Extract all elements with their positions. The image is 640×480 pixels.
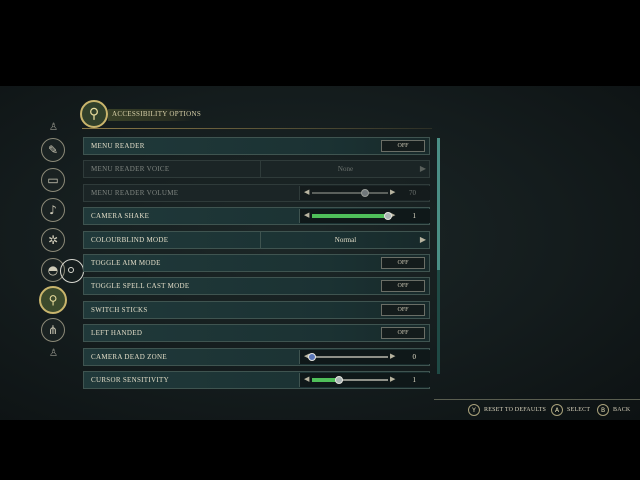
slider-value: 0 <box>412 353 417 361</box>
slider-control[interactable]: ◀ ▶ 0 <box>299 350 430 364</box>
setting-row[interactable]: MENU READER VOLUME ◀ ▶ 70 <box>83 184 430 202</box>
footer-divider <box>434 399 640 400</box>
scrollbar-thumb[interactable] <box>437 138 440 270</box>
setting-row[interactable]: TOGGLE AIM MODE OFF <box>83 254 430 272</box>
slider-control[interactable]: ◀ ▶ 1 <box>299 373 430 387</box>
reset-to-defaults-hint[interactable]: Y RESET TO DEFAULTS <box>468 404 546 416</box>
small-bottom-glyph-icon: ♙ <box>49 348 58 359</box>
setting-row[interactable]: LEFT HANDED OFF <box>83 324 430 342</box>
slider-knob[interactable] <box>334 376 343 384</box>
reset-to-defaults-label: RESET TO DEFAULTS <box>484 407 547 413</box>
setting-row[interactable]: MENU READER VOICE None ▶ <box>83 160 430 178</box>
setting-row[interactable]: CURSOR SENSITIVITY ◀ ▶ 1 <box>83 371 430 389</box>
setting-label: COLOURBLIND MODE <box>91 236 169 244</box>
setting-label: TOGGLE AIM MODE <box>91 259 161 267</box>
back-label: BACK <box>613 407 631 413</box>
speaker-icon[interactable]: ♪ <box>41 198 65 222</box>
select-label: SELECT <box>567 407 591 413</box>
slider-value: 1 <box>412 212 417 220</box>
chevron-right-icon[interactable]: ▶ <box>390 375 395 383</box>
back-hint[interactable]: B BACK <box>597 404 630 416</box>
b-button-icon: B <box>597 404 609 416</box>
y-button-icon: Y <box>468 404 480 416</box>
slider-track[interactable] <box>312 376 388 384</box>
header-divider <box>82 128 432 129</box>
setting-row[interactable]: TOGGLE SPELL CAST MODE OFF <box>83 277 430 295</box>
accessibility-icon[interactable]: ⚲ <box>39 286 67 314</box>
setting-label: MENU READER VOICE <box>91 165 170 173</box>
option-selector[interactable]: Normal ▶ <box>260 232 430 248</box>
setting-row[interactable]: MENU READER OFF <box>83 137 430 155</box>
slider-knob[interactable] <box>384 212 392 220</box>
chevron-left-icon[interactable]: ◀ <box>304 211 309 219</box>
accessibility-figure-icon: ⚲ <box>80 100 108 128</box>
slider-knob[interactable] <box>361 189 370 197</box>
selector-value: None <box>337 165 354 173</box>
setting-row[interactable]: CAMERA SHAKE ◀ ▶ 1 <box>83 207 430 225</box>
select-hint[interactable]: A SELECT <box>551 404 590 416</box>
setting-label: MENU READER <box>91 142 145 150</box>
chevron-right-icon[interactable]: ▶ <box>390 352 395 360</box>
setting-row[interactable]: CAMERA DEAD ZONE ◀ ▶ 0 <box>83 348 430 366</box>
a-button-icon: A <box>551 404 563 416</box>
page-title: ACCESSIBILITY OPTIONS <box>112 110 202 118</box>
slider-knob[interactable] <box>308 353 316 361</box>
gear-icon[interactable]: ✲ <box>41 228 65 252</box>
small-top-glyph-icon: ♙ <box>49 122 58 133</box>
slider-track[interactable] <box>312 212 392 220</box>
chevron-left-icon[interactable]: ◀ <box>304 375 309 383</box>
setting-label: CAMERA SHAKE <box>91 212 150 220</box>
setting-label: TOGGLE SPELL CAST MODE <box>91 282 190 290</box>
setting-label: LEFT HANDED <box>91 329 143 337</box>
slider-track[interactable] <box>308 353 388 361</box>
setting-row[interactable]: COLOURBLIND MODE Normal ▶ <box>83 231 430 249</box>
toggle-button[interactable]: OFF <box>381 140 425 152</box>
selector-value: Normal <box>334 236 357 244</box>
slider-value: 70 <box>409 189 416 197</box>
chevron-right-icon[interactable]: ▶ <box>420 235 426 244</box>
setting-label: SWITCH STICKS <box>91 306 148 314</box>
setting-row[interactable]: SWITCH STICKS OFF <box>83 301 430 319</box>
toggle-button[interactable]: OFF <box>381 280 425 292</box>
slider-track[interactable] <box>312 189 388 197</box>
cursor-dot <box>68 267 74 273</box>
slider-value: 1 <box>412 376 417 384</box>
chevron-left-icon[interactable]: ◀ <box>304 188 309 196</box>
slider-control[interactable]: ◀ ▶ 1 <box>299 209 430 223</box>
setting-label: MENU READER VOLUME <box>91 189 179 197</box>
share-network-icon[interactable]: ⋔ <box>41 318 65 342</box>
settings-screen: ♙ ✎ ▭ ♪ ✲ ◓ ⚲ ⋔ ♙ ⚲ ACCESSIBILITY OPTION… <box>0 86 640 420</box>
option-selector[interactable]: None ▶ <box>260 161 430 177</box>
slider-fill <box>312 214 388 218</box>
toggle-button[interactable]: OFF <box>381 257 425 269</box>
setting-label: CURSOR SENSITIVITY <box>91 376 169 384</box>
section-header: ⚲ ACCESSIBILITY OPTIONS <box>80 100 440 132</box>
chevron-right-icon[interactable]: ▶ <box>420 164 426 173</box>
setting-label: CAMERA DEAD ZONE <box>91 353 167 361</box>
compass-icon[interactable]: ✎ <box>41 138 65 162</box>
chevron-right-icon[interactable]: ▶ <box>390 188 395 196</box>
display-icon[interactable]: ▭ <box>41 168 65 192</box>
slider-control[interactable]: ◀ ▶ 70 <box>299 186 430 200</box>
toggle-button[interactable]: OFF <box>381 304 425 316</box>
toggle-button[interactable]: OFF <box>381 327 425 339</box>
